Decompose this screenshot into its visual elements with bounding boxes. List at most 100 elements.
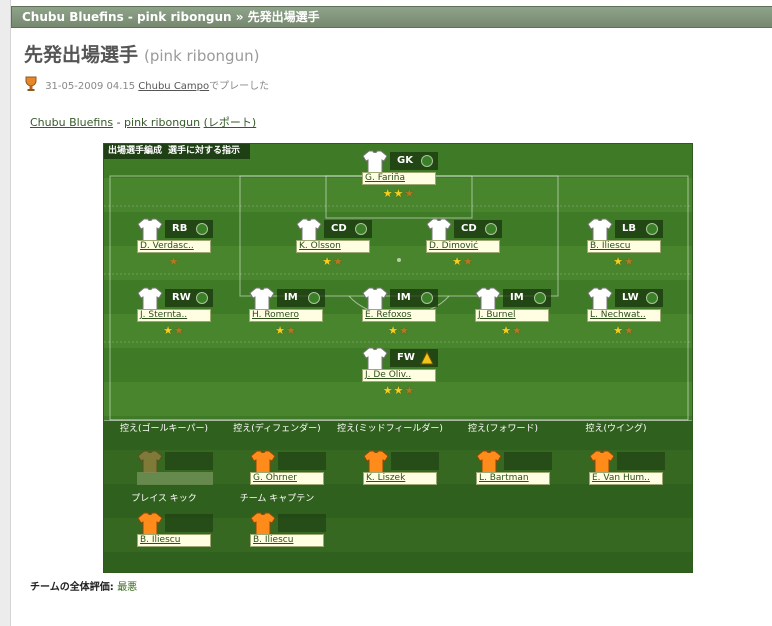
sub-box (137, 448, 215, 494)
player-rb[interactable]: RB D. Verdasc.. ★ (137, 218, 215, 278)
position-label: IM (284, 292, 298, 303)
position-badge: LB (615, 220, 663, 238)
position-badge: IM (277, 289, 325, 307)
empty-sub-slot[interactable] (137, 472, 213, 485)
sub-player-name[interactable]: L. Bartman (476, 472, 550, 485)
player-lw[interactable]: LW L. Nechwat.. ★★ (587, 287, 665, 347)
full-stars: ★★ (382, 384, 405, 397)
status-dot-icon (646, 223, 658, 235)
full-stars: ★ (322, 255, 333, 268)
warning-icon (420, 351, 434, 365)
player-rating-stars: ★ (137, 256, 211, 268)
full-stars: ★★ (382, 187, 405, 200)
sub-player-name[interactable]: G. Ohrner (250, 472, 324, 485)
tab-instructions[interactable]: 選手に対する指示 (168, 146, 240, 156)
player-im-3[interactable]: IM J. Burnel ★★ (475, 287, 553, 347)
player-rating-stars: ★★★ (362, 385, 436, 397)
shirt-icon (249, 287, 275, 311)
trophy-icon (25, 76, 37, 91)
player-rating-stars: ★★ (426, 256, 500, 268)
player-rating-stars: ★★ (587, 256, 661, 268)
position-badge: FW (390, 349, 438, 367)
status-dot-icon (646, 292, 658, 304)
sub-bar (504, 452, 552, 470)
status-dot-icon (485, 223, 497, 235)
rating-label: チームの全体評価: (30, 582, 114, 593)
half-star: ★ (512, 324, 523, 337)
position-label: IM (397, 292, 411, 303)
opponent-link[interactable]: pink ribongun (124, 116, 200, 129)
player-name[interactable]: G. Fariña (362, 172, 436, 185)
shirt-icon (137, 450, 163, 474)
sub-label: 控え(ミッドフィールダー) (337, 424, 443, 434)
player-rating-stars: ★★ (587, 325, 661, 337)
shirt-icon (250, 512, 276, 536)
report-link[interactable]: (レポート) (204, 116, 257, 129)
player-rating-stars: ★★ (475, 325, 549, 337)
half-star: ★ (286, 324, 297, 337)
sub-box: K. Liszek (363, 448, 441, 494)
sub-player-name[interactable]: B. Iliescu (137, 534, 211, 547)
player-lb[interactable]: LB B. Iliescu ★★ (587, 218, 665, 278)
team-link[interactable]: Chubu Bluefins (30, 116, 113, 129)
player-name[interactable]: J. Sternta.. (137, 309, 211, 322)
position-label: RB (172, 223, 188, 234)
sub-label: 控え(ウイング) (585, 424, 647, 434)
position-label: IM (510, 292, 524, 303)
sub-label: プレイス キック (131, 494, 197, 504)
pitch-panel: 出場選手編成 選手に対する指示 GK G. Fariña ★★★ RB D. Ve… (103, 143, 693, 573)
shirt-icon (137, 218, 163, 242)
player-im-2[interactable]: IM E. Refoxos ★★ (362, 287, 440, 347)
position-badge: GK (390, 152, 438, 170)
shirt-icon (137, 512, 163, 536)
half-star: ★ (624, 255, 635, 268)
venue-link[interactable]: Chubu Campo (138, 81, 209, 92)
shirt-icon (137, 287, 163, 311)
player-rating-stars: ★★★ (362, 188, 436, 200)
half-star: ★ (463, 255, 474, 268)
sub-player-name[interactable]: B. Iliescu (250, 534, 324, 547)
shirt-icon (476, 450, 502, 474)
player-name[interactable]: D. Dimović (426, 240, 500, 253)
player-name[interactable]: J. De Oliv.. (362, 369, 436, 382)
shirt-icon (426, 218, 452, 242)
player-im-1[interactable]: IM H. Romero ★★ (249, 287, 327, 347)
sub-box: E. Van Hum.. (589, 448, 667, 494)
full-stars: ★ (163, 324, 174, 337)
half-star: ★ (168, 255, 180, 268)
position-badge: CD (454, 220, 502, 238)
sub-player-name[interactable]: E. Van Hum.. (589, 472, 663, 485)
full-stars: ★ (452, 255, 463, 268)
status-dot-icon (534, 292, 546, 304)
sub-player-name[interactable]: K. Liszek (363, 472, 437, 485)
team-rating: チームの全体評価: 最悪 (30, 578, 137, 593)
player-name[interactable]: H. Romero (249, 309, 323, 322)
shirt-icon (362, 150, 388, 174)
player-gk[interactable]: GK G. Fariña ★★★ (362, 150, 440, 210)
page-subtitle: (pink ribongun) (144, 47, 260, 65)
position-badge: IM (390, 289, 438, 307)
shirt-icon (587, 218, 613, 242)
page-title: 先発出場選手 (pink ribongun) (24, 40, 259, 67)
status-dot-icon (196, 223, 208, 235)
position-badge: IM (503, 289, 551, 307)
position-label: LB (622, 223, 636, 234)
position-badge: RB (165, 220, 213, 238)
sub-bar (278, 452, 326, 470)
player-rw[interactable]: RW J. Sternta.. ★★ (137, 287, 215, 347)
pitch-tabs: 出場選手編成 選手に対する指示 (104, 144, 251, 159)
status-dot-icon (308, 292, 320, 304)
player-name[interactable]: J. Burnel (475, 309, 549, 322)
half-star: ★ (404, 384, 416, 397)
player-name[interactable]: B. Iliescu (587, 240, 661, 253)
player-name[interactable]: K. Olsson (296, 240, 370, 253)
full-stars: ★ (613, 324, 624, 337)
player-name[interactable]: L. Nechwat.. (587, 309, 661, 322)
player-fw[interactable]: FW J. De Oliv.. ★★★ (362, 347, 440, 407)
player-cd-2[interactable]: CD D. Dimović ★★ (426, 218, 504, 278)
player-name[interactable]: E. Refoxos (362, 309, 436, 322)
tab-formation[interactable]: 出場選手編成 (108, 146, 162, 156)
player-cd-1[interactable]: CD K. Olsson ★★ (296, 218, 374, 278)
full-stars: ★ (501, 324, 512, 337)
player-name[interactable]: D. Verdasc.. (137, 240, 211, 253)
